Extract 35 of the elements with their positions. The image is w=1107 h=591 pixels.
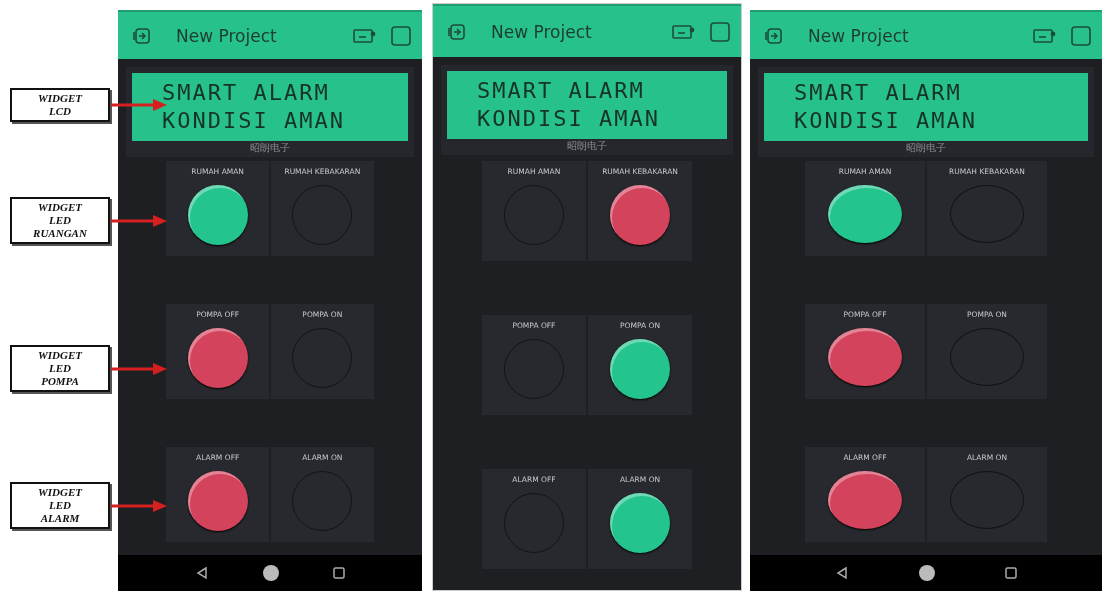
back-icon[interactable] xyxy=(194,566,209,580)
device-icon[interactable] xyxy=(1032,26,1056,45)
annotation-label: WIDGET LED ALARM xyxy=(10,482,110,529)
exit-icon[interactable] xyxy=(764,25,784,46)
widget-caption: 昭朗电子 xyxy=(249,141,291,155)
lcd-text: KONDISI AMAN xyxy=(162,107,346,135)
arrow xyxy=(111,498,167,513)
lcd-text: SMART ALARM xyxy=(794,79,963,107)
lcd-text: SMART ALARM xyxy=(477,77,646,105)
exit-icon[interactable] xyxy=(132,25,152,46)
annotation-label: WIDGET LED RUANGAN xyxy=(10,197,110,244)
lcd-text: KONDISI AMAN xyxy=(794,107,978,135)
square-icon[interactable] xyxy=(1070,24,1092,47)
project-title: New Project xyxy=(808,25,910,46)
recents-icon[interactable] xyxy=(333,567,346,579)
lcd-text: KONDISI AMAN xyxy=(477,105,661,133)
square-icon[interactable] xyxy=(390,24,412,47)
arrow xyxy=(111,213,167,228)
home-icon[interactable] xyxy=(262,564,280,582)
widget-caption: 昭朗电子 xyxy=(905,141,947,155)
home-icon[interactable] xyxy=(918,564,936,582)
back-icon[interactable] xyxy=(834,566,849,580)
widget-caption: 昭朗电子 xyxy=(566,139,608,153)
project-title: New Project xyxy=(176,25,278,46)
lcd-text: SMART ALARM xyxy=(162,79,331,107)
recents-icon[interactable] xyxy=(1005,567,1018,579)
annotation-label: WIDGET LED POMPA xyxy=(10,345,110,392)
square-icon[interactable] xyxy=(709,20,731,43)
device-icon[interactable] xyxy=(352,26,376,45)
project-title: New Project xyxy=(491,21,593,42)
exit-icon[interactable] xyxy=(447,21,467,42)
device-icon[interactable] xyxy=(671,22,695,41)
annotation-label: WIDGET LCD xyxy=(10,88,110,122)
arrow xyxy=(111,98,167,112)
arrow xyxy=(111,361,167,376)
